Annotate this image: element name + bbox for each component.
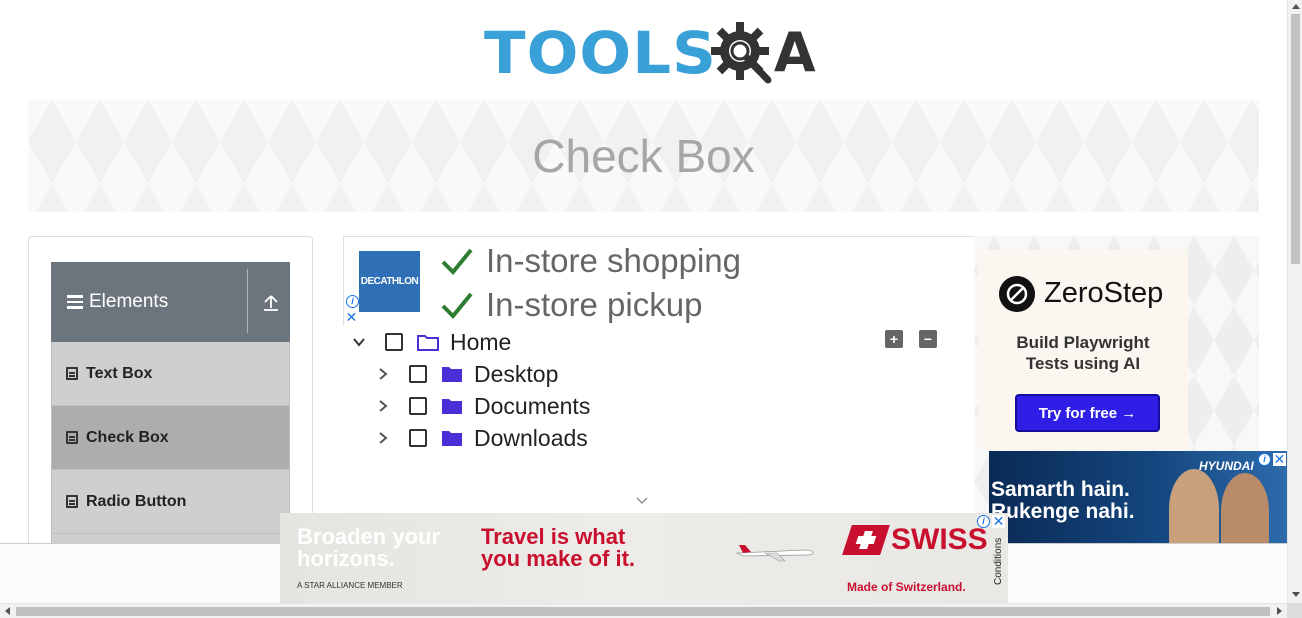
folder-icon [442, 399, 462, 414]
sidebar-item-label: Text Box [86, 364, 153, 382]
ad-info-icon[interactable]: i [977, 515, 990, 528]
ad-line-text: In-store pickup [486, 286, 703, 323]
hyundai-ad[interactable]: HYUNDAI Samarth hain. Rukenge nahi. i ✕ [989, 451, 1287, 545]
chevron-right-icon[interactable] [373, 364, 393, 384]
conditions-link[interactable]: Conditions [993, 538, 1004, 585]
sidebar-group-label: Elements [89, 291, 169, 312]
scroll-up-icon[interactable] [1292, 4, 1300, 9]
tree-node-label[interactable]: Documents [474, 393, 590, 420]
check-icon [441, 248, 473, 275]
swiss-flag-icon [842, 525, 890, 555]
sidebar-item-radio-button[interactable]: Radio Button [51, 470, 290, 534]
checkbox-desktop[interactable] [409, 365, 427, 383]
chevron-right-icon[interactable] [373, 396, 393, 416]
checkbox-downloads[interactable] [409, 429, 427, 447]
ad-person-image [1169, 469, 1219, 545]
ad-info-icon[interactable]: i [1258, 453, 1271, 466]
airplane-icon [735, 545, 814, 562]
page-banner: Check Box [28, 100, 1259, 212]
header-divider [247, 269, 248, 333]
horizontal-scroll-thumb[interactable] [16, 607, 1270, 616]
tree-node-downloads: Downloads [373, 423, 588, 453]
zerostep-card: ZeroStep Build Playwright Tests using AI… [978, 250, 1188, 450]
sidebar-item-label: Radio Button [86, 492, 187, 510]
folder-icon [442, 431, 462, 446]
page-root: TOOLS A Check Box Elements Text Box Chec… [0, 0, 1302, 618]
ad-close-icon[interactable]: ✕ [345, 310, 358, 324]
vertical-scroll-thumb[interactable] [1291, 14, 1300, 264]
horizontal-scrollbar[interactable] [0, 603, 1287, 618]
scrollbar-corner [1287, 603, 1302, 618]
swiss-ad-left-text: Broaden your horizons. [297, 526, 440, 570]
tree-node-label[interactable]: Downloads [474, 425, 588, 452]
logo-suffix: A [773, 21, 816, 84]
tree-node-label[interactable]: Desktop [474, 361, 558, 388]
sidebar-item-label: Check Box [86, 428, 169, 446]
hyundai-text: Samarth hain. Rukenge nahi. [991, 479, 1135, 523]
checkbox-documents[interactable] [409, 397, 427, 415]
zerostep-logo-icon [999, 276, 1035, 312]
swiss-ad-mid-text: Travel is what you make of it. [481, 526, 635, 570]
swiss-ad[interactable]: Broaden your horizons. Travel is what yo… [280, 513, 1008, 603]
zerostep-brand: ZeroStep [1044, 277, 1164, 309]
tree-node-desktop: Desktop [373, 359, 558, 389]
sidebar-menu: Text Box Check Box Radio Button [51, 342, 290, 546]
zerostep-subtitle: Build Playwright Tests using AI [978, 332, 1188, 374]
hyundai-line: Samarth hain. [991, 478, 1130, 501]
swiss-ad-line: you make of it. [481, 546, 636, 571]
ad-info-icon[interactable]: i [346, 295, 359, 308]
scroll-right-icon[interactable] [1277, 607, 1282, 615]
form-icon [66, 431, 78, 444]
expand-all-button[interactable]: + [885, 330, 903, 348]
swiss-ad-line: Travel is what [481, 524, 626, 549]
logo-text: TOOLS [484, 19, 718, 87]
try-for-free-button[interactable]: Try for free → [1015, 394, 1160, 432]
ad-line-2: In-store pickup [440, 286, 702, 324]
collapse-all-button[interactable]: − [919, 330, 937, 348]
chevron-down-icon[interactable] [636, 497, 648, 505]
sidebar-item-text-box[interactable]: Text Box [51, 342, 290, 406]
tree-node-documents: Documents [373, 391, 590, 421]
sidebar-group-elements[interactable]: Elements [51, 262, 290, 342]
ad-line-text: In-store shopping [486, 242, 741, 279]
chevron-right-icon[interactable] [373, 428, 393, 448]
scroll-down-icon[interactable] [1292, 592, 1300, 597]
ad-person-image [1221, 473, 1269, 545]
tree-node-label[interactable]: Home [450, 329, 511, 356]
checkbox-home[interactable] [385, 333, 403, 351]
ad-line-1: In-store shopping [440, 242, 741, 280]
chevron-down-icon[interactable] [349, 332, 369, 352]
swiss-ad-line: horizons. [297, 546, 395, 571]
sidebar-item-check-box[interactable]: Check Box [51, 406, 290, 470]
ad-close-icon[interactable]: ✕ [1273, 452, 1286, 466]
zerostep-subtitle-line: Build Playwright [1016, 333, 1150, 352]
swiss-brand-text: SWISS [891, 523, 988, 556]
form-icon [66, 367, 78, 380]
form-icon [66, 495, 78, 508]
sidebar: Elements Text Box Check Box Radio Button [28, 236, 313, 556]
vertical-scrollbar[interactable] [1287, 0, 1302, 603]
swiss-brand: SWISS [842, 523, 988, 557]
gear-magnifier-icon [710, 22, 772, 84]
decathlon-ad[interactable]: DECATHLON In-store shopping In-store pic… [343, 236, 975, 326]
folder-icon [442, 367, 462, 382]
folder-open-icon [417, 335, 439, 351]
ad-close-icon[interactable]: ✕ [992, 514, 1005, 528]
scroll-left-icon[interactable] [5, 607, 10, 615]
swiss-ad-line: Broaden your [297, 524, 441, 549]
collapse-up-icon[interactable] [259, 290, 283, 314]
page-title: Check Box [532, 130, 755, 182]
toolsqa-logo[interactable]: TOOLS A [484, 14, 816, 92]
tree-node-home: Home [349, 327, 511, 357]
decathlon-logo: DECATHLON [359, 251, 420, 312]
hyundai-line: Rukenge nahi. [991, 500, 1135, 523]
zerostep-subtitle-line: Tests using AI [1025, 354, 1141, 373]
check-icon [441, 292, 473, 319]
hamburger-icon [67, 295, 83, 309]
star-alliance-text: A STAR ALLIANCE MEMBER [297, 581, 403, 590]
hyundai-brand: HYUNDAI [1199, 459, 1254, 473]
swiss-tagline: Made of Switzerland. [847, 580, 966, 594]
